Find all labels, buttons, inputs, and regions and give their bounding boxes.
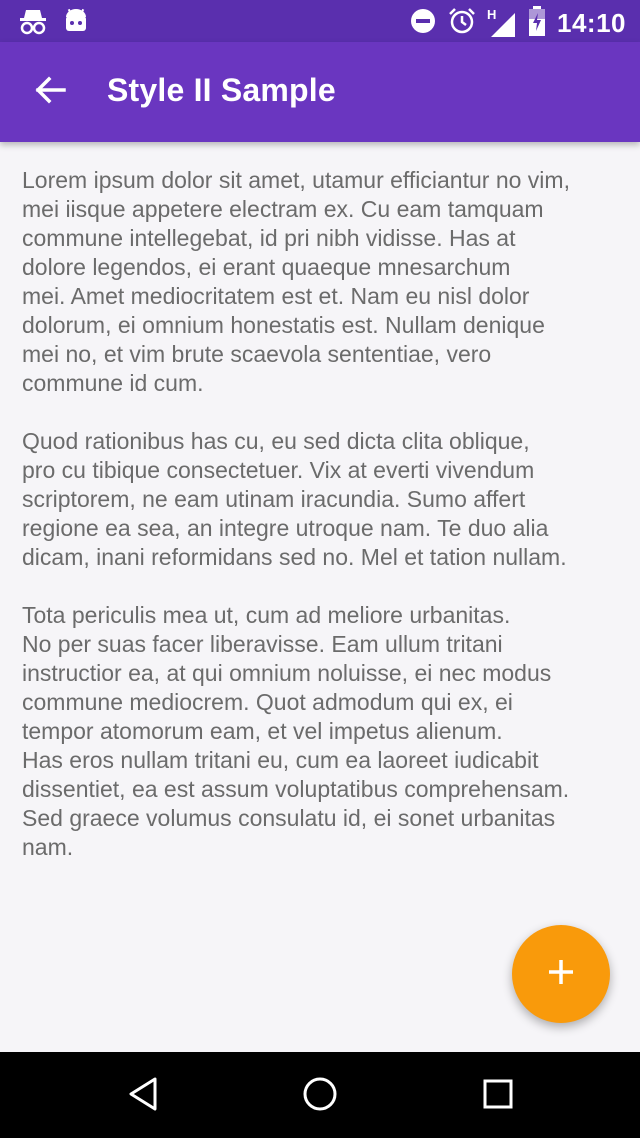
paragraph-1: Lorem ipsum dolor sit amet, utamur effic… — [22, 167, 570, 396]
network-type-label: H — [487, 6, 497, 22]
paragraph-2: Quod rationibus has cu, eu sed dicta cli… — [22, 428, 567, 570]
back-button[interactable] — [22, 68, 78, 116]
arrow-back-icon — [34, 74, 66, 111]
signal-h-icon: H — [487, 6, 517, 39]
paragraph-3: Tota periculis mea ut, cum ad meliore ur… — [22, 602, 570, 860]
status-bar: H 14:10 — [0, 0, 640, 42]
status-time: 14:10 — [557, 8, 626, 38]
battery-icon — [527, 5, 547, 42]
nav-recents-button[interactable] — [476, 1074, 520, 1118]
recents-square-icon — [480, 1076, 516, 1117]
add-icon — [546, 957, 576, 992]
incognito-icon — [18, 6, 48, 41]
system-nav-bar — [0, 1052, 640, 1138]
alarm-icon — [447, 6, 477, 41]
status-left-icons — [18, 6, 88, 41]
nav-home-button[interactable] — [298, 1074, 342, 1118]
do-not-disturb-icon — [409, 7, 437, 40]
page-title: Style II Sample — [107, 72, 336, 108]
home-circle-icon — [300, 1074, 340, 1119]
add-fab-button[interactable] — [512, 925, 610, 1023]
status-right-icons: H 14:10 — [409, 5, 626, 42]
app-bar: Style II Sample — [0, 42, 640, 142]
content-body: Lorem ipsum dolor sit amet, utamur effic… — [22, 166, 622, 891]
back-triangle-icon — [125, 1076, 161, 1117]
android-icon — [64, 7, 88, 40]
nav-back-button[interactable] — [121, 1074, 165, 1118]
